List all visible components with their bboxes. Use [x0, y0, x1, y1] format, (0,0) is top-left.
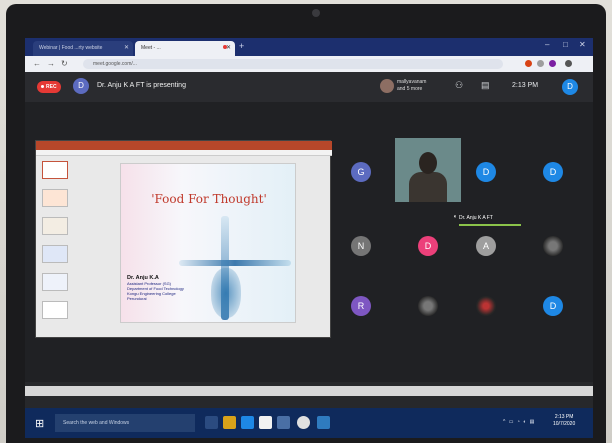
reload-icon[interactable]: ↻: [61, 59, 68, 68]
meeting-stage: 'Food For Thought' Dr. Anju K.A Assistan…: [25, 102, 593, 382]
presenter-avatar: D: [73, 78, 89, 94]
taskbar-time: 2:13 PM: [554, 414, 574, 420]
powerpoint-ribbon: [36, 141, 332, 150]
task-view-icon[interactable]: [205, 416, 218, 429]
presentation-window: 'Food For Thought' Dr. Anju K.A Assistan…: [35, 140, 332, 338]
taskbar-date: 10/7/2020: [553, 421, 576, 427]
windows-start-icon[interactable]: ⊞: [35, 417, 44, 430]
browser-tab-bar: Webinar | Food ...rty website ✕ Meet - .…: [25, 38, 593, 56]
slide-thumbnail[interactable]: [42, 301, 68, 319]
people-icon[interactable]: ⚇: [455, 80, 463, 91]
tab-label: Webinar | Food ...rty website: [39, 45, 103, 51]
extension-icon[interactable]: [525, 60, 532, 67]
extension-icon[interactable]: [537, 60, 544, 67]
close-window-icon[interactable]: ✕: [579, 40, 586, 49]
current-slide: 'Food For Thought' Dr. Anju K.A Assistan…: [120, 163, 296, 323]
windows-taskbar: ⊞ Search the web and Windows ^ ▭ ◔ ◐ ▤ 2…: [25, 408, 593, 438]
mail-icon[interactable]: [277, 416, 290, 429]
participant-avatar[interactable]: G: [351, 162, 371, 182]
tab-label: Meet - ...: [141, 45, 161, 51]
store-icon[interactable]: [259, 416, 272, 429]
presenting-status: Dr. Anju K A FT is presenting: [97, 82, 186, 89]
browser-address-bar: ← → ↻ meet.google.com/...: [25, 56, 593, 72]
meet-top-bar: REC D Dr. Anju K A FT is presenting mall…: [25, 72, 593, 102]
slide-thumbnails: [42, 161, 72, 331]
recording-dot-icon: [223, 45, 227, 49]
featured-participant-name: Dr. Anju K A FT: [459, 215, 493, 221]
chrome-icon[interactable]: [297, 416, 310, 429]
maximize-icon[interactable]: □: [563, 40, 568, 49]
slide-thumbnail[interactable]: [42, 189, 68, 207]
forward-icon[interactable]: →: [47, 59, 55, 68]
slide-thumbnail[interactable]: [42, 161, 68, 179]
participant-avatar[interactable]: D: [476, 162, 496, 182]
app-icon[interactable]: [317, 416, 330, 429]
taskbar-clock[interactable]: 2:13 PM 10/7/2020: [553, 414, 575, 428]
slide-thumbnail[interactable]: [42, 273, 68, 291]
file-explorer-icon[interactable]: [223, 416, 236, 429]
water-splash-image: [211, 268, 241, 318]
participant-face: [419, 152, 437, 174]
participant-avatar[interactable]: A: [476, 236, 496, 256]
author-line: Perundurai: [127, 296, 147, 301]
slide-title: 'Food For Thought': [151, 192, 267, 206]
browser-tab-webinar[interactable]: Webinar | Food ...rty website ✕: [33, 41, 133, 56]
back-icon[interactable]: ←: [33, 59, 41, 68]
water-splash-image: [179, 260, 291, 266]
account-avatar[interactable]: D: [562, 79, 578, 95]
mic-icon: ◖: [453, 214, 457, 220]
speaking-indicator: [459, 224, 521, 226]
url-input[interactable]: meet.google.com/...: [83, 59, 503, 69]
search-placeholder: Search the web and Windows: [63, 420, 130, 426]
participant-avatar[interactable]: D: [543, 296, 563, 316]
participant-photo[interactable]: [418, 296, 438, 316]
webcam: [312, 9, 320, 17]
participant-body: [409, 172, 447, 202]
participant-photo[interactable]: [476, 296, 496, 316]
system-tray[interactable]: ^ ▭ ◔ ◐ ▤: [503, 419, 535, 425]
powerpoint-toolbar: [36, 150, 332, 156]
recording-badge: REC: [37, 81, 61, 93]
participant-avatar[interactable]: N: [351, 236, 371, 256]
minimize-icon[interactable]: –: [545, 40, 549, 49]
url-text: meet.google.com/...: [93, 61, 137, 67]
self-avatar: [380, 79, 394, 93]
participant-photo[interactable]: [543, 236, 563, 256]
edge-icon[interactable]: [241, 416, 254, 429]
self-name: mallyavanam and 5 more: [397, 79, 427, 92]
participant-avatar[interactable]: D: [543, 162, 563, 182]
browser-tab-meet[interactable]: Meet - ... ✕: [135, 41, 235, 56]
participant-avatar[interactable]: D: [418, 236, 438, 256]
new-tab-icon[interactable]: +: [239, 41, 244, 51]
close-icon[interactable]: ✕: [124, 44, 129, 51]
profile-icon[interactable]: [549, 60, 556, 67]
participant-video[interactable]: [395, 138, 461, 202]
laptop-screen: Webinar | Food ...rty website ✕ Meet - .…: [25, 38, 593, 438]
participant-avatar[interactable]: R: [351, 296, 371, 316]
taskbar-search-input[interactable]: Search the web and Windows: [55, 414, 195, 432]
download-bar: [25, 386, 593, 396]
slide-thumbnail[interactable]: [42, 217, 68, 235]
slide-thumbnail[interactable]: [42, 245, 68, 263]
menu-icon[interactable]: [565, 60, 572, 67]
slide-author-block: Dr. Anju K.A Assistant Professor (SG) De…: [127, 275, 187, 301]
meeting-clock: 2:13 PM: [512, 82, 539, 89]
chat-icon[interactable]: ▤: [481, 80, 490, 91]
